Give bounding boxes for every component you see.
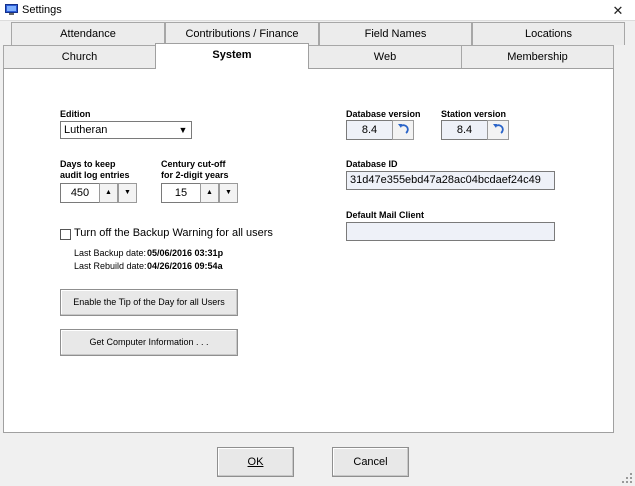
century-down-icon[interactable]: ▼: [219, 183, 238, 203]
audit-log-down-icon[interactable]: ▼: [118, 183, 137, 203]
century-label-line1: Century cut-off: [161, 159, 226, 169]
mail-client-field[interactable]: [346, 222, 555, 241]
app-icon: [5, 4, 18, 15]
tab-locations[interactable]: Locations: [472, 22, 625, 45]
window-title: Settings: [22, 4, 62, 16]
century-label-line2: for 2-digit years: [161, 170, 229, 180]
database-version-refresh-button[interactable]: [392, 120, 414, 140]
audit-log-label-line2: audit log entries: [60, 170, 130, 180]
last-backup-label: Last Backup date:: [74, 248, 147, 258]
edition-label: Edition: [60, 109, 91, 119]
chevron-down-icon[interactable]: ▼: [176, 123, 190, 137]
backup-warning-checkbox[interactable]: [60, 229, 71, 240]
mail-client-label: Default Mail Client: [346, 210, 425, 220]
tab-attendance[interactable]: Attendance: [11, 22, 165, 45]
tab-contributions-finance[interactable]: Contributions / Finance: [165, 22, 319, 45]
database-id-label: Database ID: [346, 159, 398, 169]
audit-log-up-icon[interactable]: ▲: [99, 183, 118, 203]
backup-warning-label: Turn off the Backup Warning for all user…: [74, 227, 273, 239]
audit-log-days-input[interactable]: 450: [60, 183, 99, 203]
edition-select[interactable]: Lutheran ▼: [60, 121, 192, 139]
last-rebuild-value: 04/26/2016 09:54a: [147, 261, 223, 271]
database-id-field[interactable]: 31d47e355ebd47a28ac04bcdaef24c49: [346, 171, 555, 190]
tab-web[interactable]: Web: [308, 45, 462, 68]
tab-system[interactable]: System: [155, 43, 309, 69]
tab-field-names[interactable]: Field Names: [319, 22, 472, 45]
last-backup-value: 05/06/2016 03:31p: [147, 248, 224, 258]
database-version-value: 8.4: [346, 120, 392, 140]
undo-icon: [493, 124, 504, 134]
audit-log-label-line1: Days to keep: [60, 159, 116, 169]
last-rebuild-label: Last Rebuild date:: [74, 261, 147, 271]
undo-icon: [398, 124, 409, 134]
ok-button[interactable]: OK: [217, 447, 294, 477]
get-computer-info-button[interactable]: Get Computer Information . . .: [60, 329, 238, 356]
century-up-icon[interactable]: ▲: [200, 183, 219, 203]
title-bar: Settings ✕: [0, 0, 635, 21]
station-version-refresh-button[interactable]: [487, 120, 509, 140]
edition-value: Lutheran: [64, 124, 108, 136]
resize-grip-icon[interactable]: [621, 472, 633, 484]
tab-membership[interactable]: Membership: [461, 45, 614, 68]
enable-tip-of-day-button[interactable]: Enable the Tip of the Day for all Users: [60, 289, 238, 316]
station-version-label: Station version: [441, 109, 507, 119]
close-icon[interactable]: ✕: [601, 0, 635, 21]
cancel-button[interactable]: Cancel: [332, 447, 409, 477]
century-cutoff-input[interactable]: 15: [161, 183, 200, 203]
database-version-label: Database version: [346, 109, 421, 119]
tab-church[interactable]: Church: [3, 45, 156, 68]
station-version-value: 8.4: [441, 120, 487, 140]
system-settings-panel: Edition Lutheran ▼ Days to keep audit lo…: [3, 68, 614, 433]
